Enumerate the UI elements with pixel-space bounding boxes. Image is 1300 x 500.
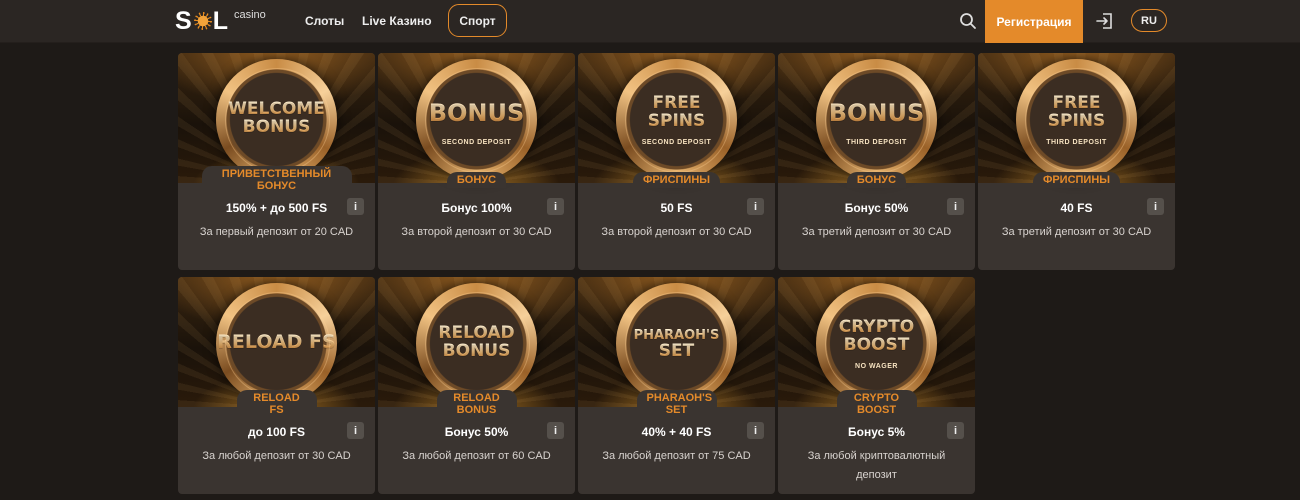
bonus-card[interactable]: BONUS SECOND DEPOSIT БОНУС i Бонус 100% За вт… [378, 53, 575, 270]
bonus-condition: За второй депозит от 30 CAD [401, 226, 552, 238]
badge-title-line: BONUS [416, 101, 537, 125]
badge-title-line: BONUS [216, 119, 337, 136]
bonus-card[interactable]: BONUS THIRD DEPOSIT БОНУС i Бонус 50% За трет… [778, 53, 975, 270]
badge-title-line: BOOST [816, 337, 937, 354]
bonus-coin-badge: RELOAD BONUS [416, 283, 537, 404]
bonus-type-label-wrap: БОНУС [378, 163, 575, 197]
logo-letter-l: L [212, 7, 229, 35]
logo-subtitle: casino [233, 9, 266, 21]
bonus-card[interactable]: PHARAOH'S SET PHARAOH'S SET i 40% + 40 FS За … [578, 277, 775, 494]
bonus-type-label-wrap: RELOAD FS [178, 387, 375, 421]
bonus-type-label-wrap: ФРИСПИНЫ [978, 163, 1175, 197]
badge-title-line: BONUS [416, 343, 537, 360]
badge-subtitle: SECOND DEPOSIT [641, 139, 712, 146]
bonus-type-label-wrap: ФРИСПИНЫ [578, 163, 775, 197]
bonus-card[interactable]: FREE SPINS SECOND DEPOSIT ФРИСПИНЫ i 50 FS За … [578, 53, 775, 270]
badge-title-line: WELCOME [216, 101, 337, 118]
bonus-type-label: RELOAD BONUS [436, 390, 517, 418]
bonus-condition: За второй депозит от 30 CAD [601, 226, 752, 238]
badge-title-line: SPINS [616, 113, 737, 130]
badge-title-line: FREE [1016, 95, 1137, 112]
badge-title-line: BONUS [816, 101, 937, 125]
bonus-type-label: RELOAD FS [236, 390, 317, 418]
sol-casino-logo[interactable]: S L casino [175, 6, 266, 36]
bonus-coin-badge: WELCOME BONUS [216, 59, 337, 180]
login-icon[interactable] [1095, 11, 1115, 31]
badge-title-line: SPINS [1016, 113, 1137, 130]
badge-title-line: SET [616, 343, 737, 360]
sport-button[interactable]: Спорт [448, 4, 507, 37]
badge-title-line: FREE [616, 95, 737, 112]
bonus-type-label-wrap: БОНУС [778, 163, 975, 197]
bonus-type-label-wrap: PHARAOH'S SET [578, 387, 775, 421]
bonus-card[interactable]: WELCOME BONUS ПРИВЕТСТВЕННЫЙ БОНУС i 150% + … [178, 53, 375, 270]
bonus-coin-badge: CRYPTO BOOST NO WAGER [816, 283, 937, 404]
bonus-amount: Бонус 5% [848, 425, 905, 439]
bonus-condition: За любой криптовалютный депозит [807, 450, 946, 481]
sun-icon [193, 12, 212, 30]
bonus-card[interactable]: RELOAD BONUS RELOAD BONUS i Бонус 50% За любо… [378, 277, 575, 494]
bonus-type-label-wrap: RELOAD BONUS [378, 387, 575, 421]
bonus-condition: За третий депозит от 30 CAD [801, 226, 952, 238]
bonus-type-label: ФРИСПИНЫ [632, 172, 721, 188]
bonus-coin-badge: RELOAD FS [216, 283, 337, 404]
bonus-card[interactable]: FREE SPINS THIRD DEPOSIT ФРИСПИНЫ i 40 FS За т… [978, 53, 1175, 270]
bonus-amount: до 100 FS [248, 425, 305, 439]
top-header: S L casino Слоты Live Казино Спорт Регис… [0, 0, 1300, 43]
bonus-coin-badge: BONUS SECOND DEPOSIT [416, 59, 537, 180]
bonus-type-label: ФРИСПИНЫ [1032, 172, 1121, 188]
register-button[interactable]: Регистрация [985, 0, 1083, 43]
bonus-amount: 150% + до 500 FS [225, 201, 328, 215]
bonus-coin-badge: PHARAOH'S SET [616, 283, 737, 404]
bonus-amount: Бонус 50% [444, 425, 509, 439]
badge-subtitle: NO WAGER [855, 363, 898, 370]
bonus-coin-badge: FREE SPINS SECOND DEPOSIT [616, 59, 737, 180]
bonus-type-label-wrap: CRYPTO BOOST [778, 387, 975, 421]
nav-slots-link[interactable]: Слоты [305, 13, 344, 29]
badge-title-line: CRYPTO [816, 319, 937, 336]
bonus-type-label: PHARAOH'S SET [636, 390, 717, 418]
bonus-type-label: БОНУС [846, 172, 907, 188]
bonus-condition: За любой депозит от 30 CAD [202, 450, 351, 462]
bonus-amount: Бонус 50% [844, 201, 909, 215]
badge-subtitle: THIRD DEPOSIT [846, 139, 907, 146]
bonus-type-label-wrap: ПРИВЕТСТВЕННЫЙ БОНУС [178, 163, 375, 197]
bonus-card[interactable]: CRYPTO BOOST NO WAGER CRYPTO BOOST i Бонус 5%… [778, 277, 975, 494]
badge-subtitle: THIRD DEPOSIT [1046, 139, 1107, 146]
search-icon[interactable] [959, 12, 977, 30]
bonus-amount: Бонус 100% [441, 201, 512, 215]
nav-live-casino-link[interactable]: Live Казино [362, 13, 432, 29]
bonus-condition: За любой депозит от 75 CAD [602, 450, 751, 462]
bonus-type-label: ПРИВЕТСТВЕННЫЙ БОНУС [201, 166, 352, 194]
bonus-condition: За любой депозит от 60 CAD [402, 450, 551, 462]
bonus-type-label: CRYPTO BOOST [836, 390, 917, 418]
bonus-card[interactable]: RELOAD FS RELOAD FS i до 100 FS За любой деп… [178, 277, 375, 494]
badge-subtitle: SECOND DEPOSIT [441, 139, 512, 146]
bonus-condition: За третий депозит от 30 CAD [1001, 226, 1152, 238]
bonus-amount: 40 FS [1060, 201, 1093, 215]
badge-title-line: RELOAD [416, 325, 537, 342]
bonus-amount: 40% + 40 FS [641, 425, 712, 439]
bonus-coin-badge: BONUS THIRD DEPOSIT [816, 59, 937, 180]
badge-title-line: RELOAD FS [217, 331, 336, 353]
badge-title-line: PHARAOH'S [616, 329, 737, 342]
bonus-type-label: БОНУС [446, 172, 507, 188]
bonus-amount: 50 FS [660, 201, 693, 215]
bonus-coin-badge: FREE SPINS THIRD DEPOSIT [1016, 59, 1137, 180]
logo-letter-s: S [175, 7, 193, 35]
language-button[interactable]: RU [1131, 9, 1167, 32]
bonus-condition: За первый депозит от 20 CAD [199, 226, 354, 238]
